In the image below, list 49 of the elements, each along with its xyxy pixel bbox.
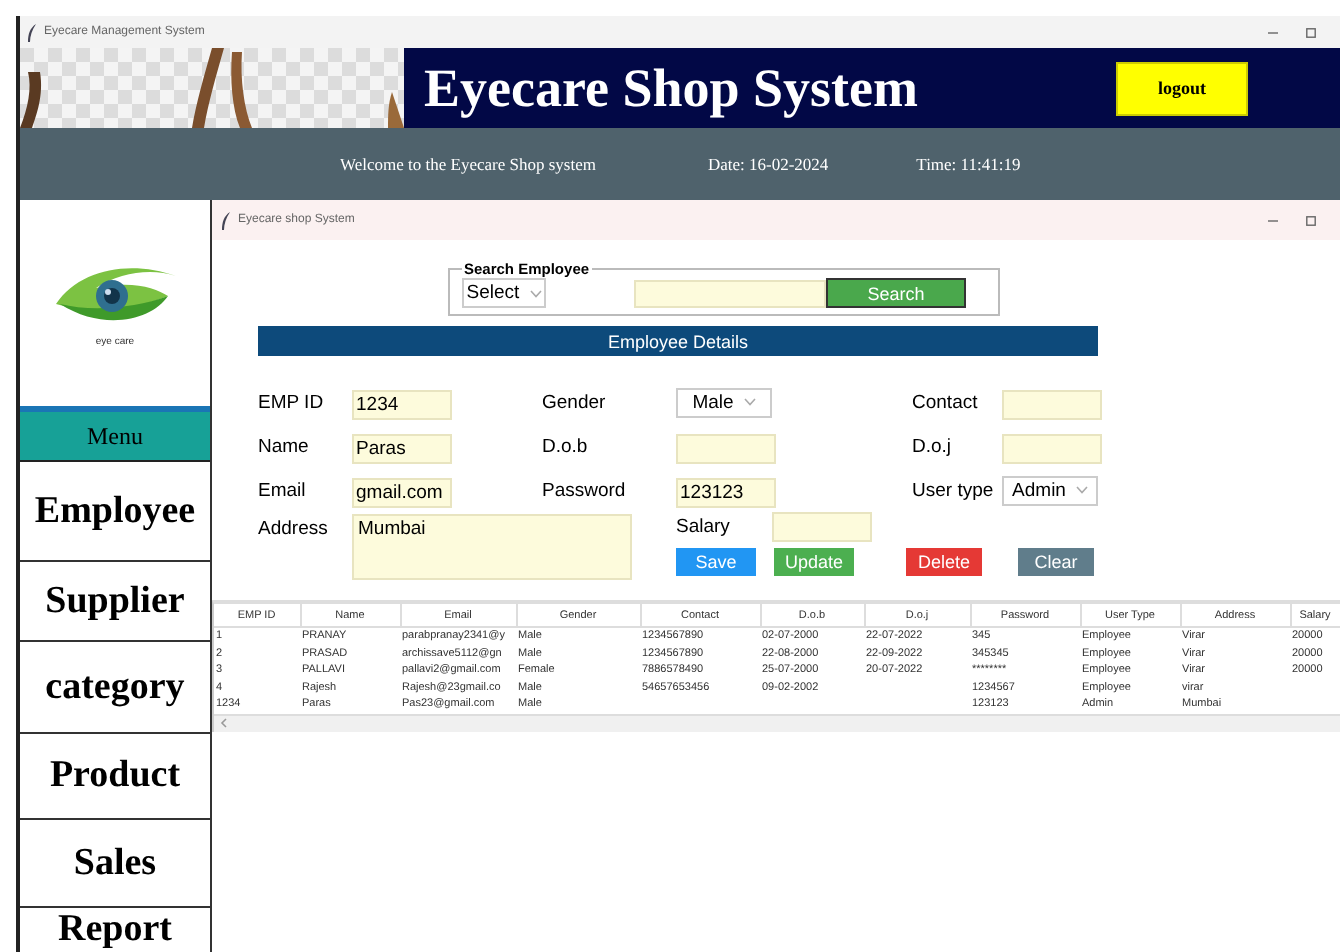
sidebar-item[interactable]: Supplier (20, 562, 210, 642)
sidebar-item[interactable]: Report (20, 908, 210, 952)
app-title: Eyecare Shop System (424, 57, 918, 119)
caret-icon (529, 289, 542, 297)
field-label: EMP ID (258, 391, 326, 413)
field-label: Contact (912, 391, 980, 413)
field-label: Email (258, 479, 308, 501)
field-label: D.o.j (912, 435, 954, 457)
input-field[interactable]: 1234 (352, 390, 452, 420)
field-label: Gender (542, 391, 608, 413)
feather-icon (26, 23, 38, 41)
field-label: Salary (676, 516, 732, 538)
scroll-left-icon (220, 718, 228, 728)
sidebar-item[interactable]: category (20, 642, 210, 734)
field-label: Password (542, 479, 628, 501)
welcome-text: Welcome to the Eyecare Shop system (340, 154, 596, 174)
input-field[interactable] (676, 434, 776, 464)
field-label: Name (258, 435, 311, 457)
minimize-icon[interactable] (1268, 215, 1278, 225)
menu-title: Menu (20, 412, 210, 462)
sidebar-item[interactable]: Sales (20, 820, 210, 908)
dropdown[interactable]: Male (676, 387, 772, 417)
date-text: Date: 16-02-2024 (707, 154, 829, 174)
address-field[interactable]: Mumbai (352, 514, 632, 580)
input-field[interactable] (1002, 390, 1102, 420)
feather-icon (220, 211, 232, 229)
caret-icon (1075, 486, 1088, 494)
input-field[interactable]: Paras (352, 434, 452, 464)
field-label: D.o.b (542, 435, 590, 457)
dropdown[interactable]: Admin (1002, 475, 1098, 505)
search-by-dropdown[interactable]: Select (462, 278, 546, 308)
sidebar-item[interactable]: Product (20, 734, 210, 820)
input-field[interactable] (772, 512, 872, 542)
input-field[interactable]: gmail.com (352, 478, 452, 508)
field-label: Address (258, 518, 330, 540)
field-label: User type (912, 479, 996, 501)
sidebar-item[interactable]: Employee (20, 462, 210, 562)
input-field[interactable]: 123123 (676, 478, 776, 508)
time-text: Time: 11:41:19 (916, 154, 1021, 174)
minimize-icon[interactable] (1268, 27, 1278, 37)
clear-button[interactable]: Clear (1018, 548, 1094, 576)
input-field[interactable] (1002, 434, 1102, 464)
caret-icon (743, 398, 756, 406)
delete-button[interactable]: Delete (906, 548, 982, 576)
search-field[interactable] (634, 279, 826, 307)
logout-button[interactable]: logout (1116, 61, 1248, 115)
section-header: Employee Details (258, 326, 1098, 356)
maximize-icon[interactable] (1306, 27, 1316, 37)
maximize-icon[interactable] (1306, 215, 1316, 225)
